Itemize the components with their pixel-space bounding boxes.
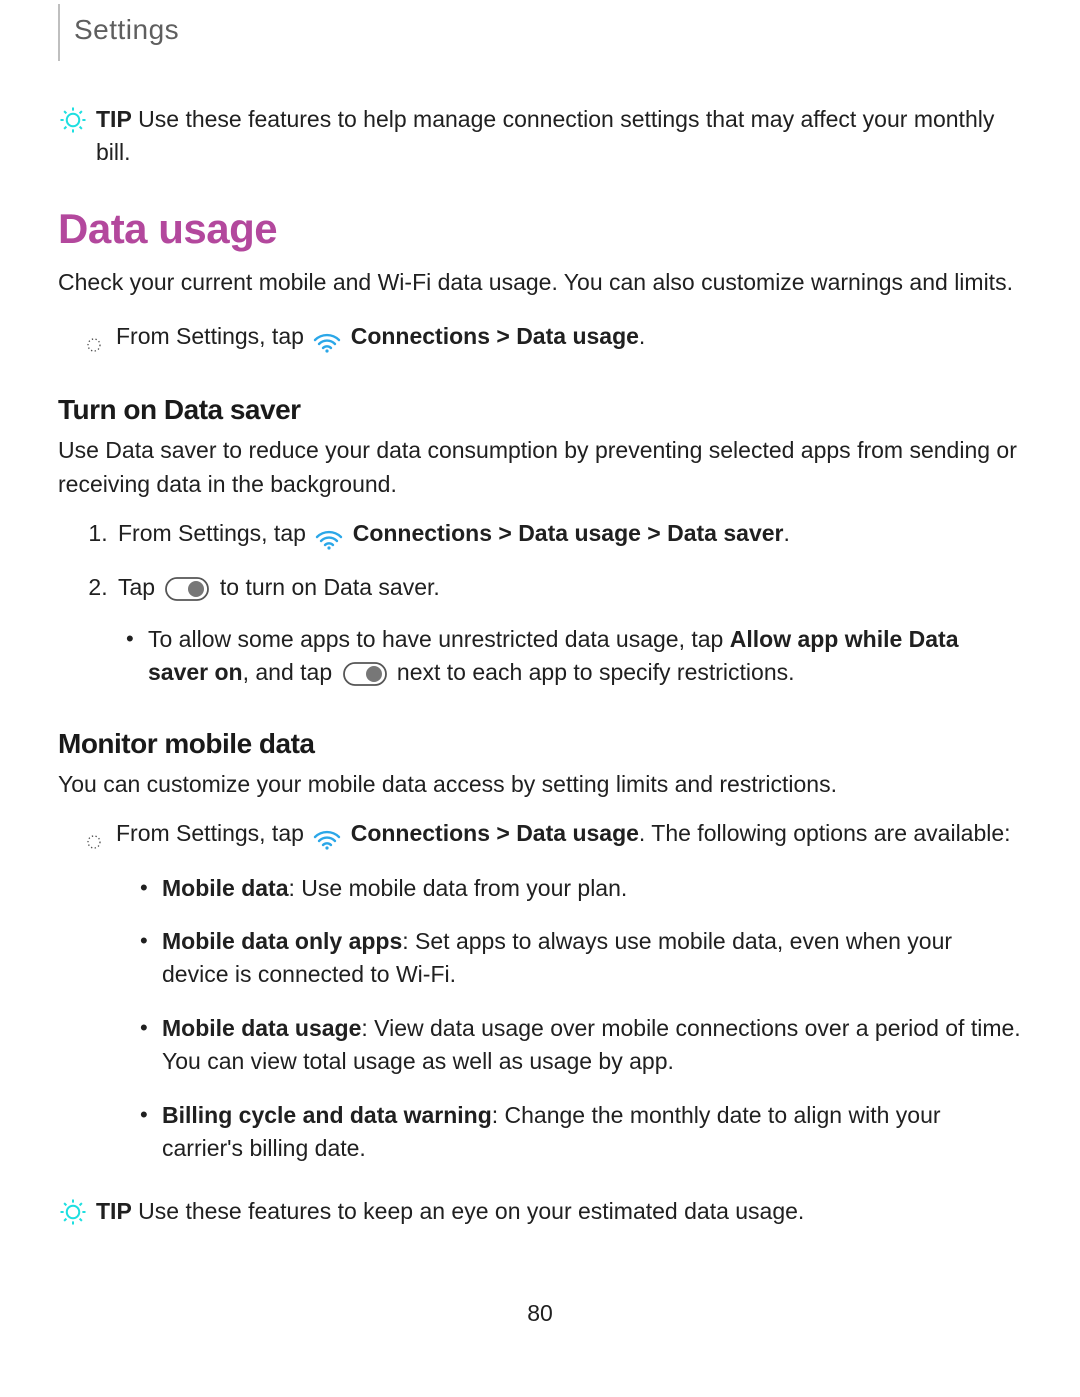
tip-block: TIP Use these features to keep an eye on… (58, 1195, 1022, 1236)
monitor-options: Mobile data: Use mobile data from your p… (140, 872, 1022, 1165)
nav-suffix: . (639, 323, 645, 349)
tip-block: TIP Use these features to help manage co… (58, 103, 1022, 170)
monitor-nav-bold: Connections > Data usage (351, 820, 639, 846)
nav-bold: Connections > Data usage (351, 323, 639, 349)
page-number: 80 (58, 1297, 1022, 1330)
step1-suffix: . (783, 520, 789, 546)
tip-text: TIP Use these features to keep an eye on… (96, 1195, 1022, 1228)
step-item: Tap to turn on Data saver. To allow some… (114, 571, 1022, 695)
step1-bold: Connections > Data usage > Data saver (353, 520, 784, 546)
toggle-icon (343, 662, 387, 695)
step1-prefix: From Settings, tap (118, 520, 312, 546)
lightbulb-icon (58, 105, 88, 144)
nav-step: From Settings, tap Connections > Data us… (86, 320, 1022, 362)
monitor-nav-step: From Settings, tap Connections > Data us… (86, 817, 1022, 1185)
monitor-nav-suffix: . The following options are available: (639, 820, 1011, 846)
step2-suffix: to turn on Data saver. (220, 574, 440, 600)
tip-text: TIP Use these features to help manage co… (96, 103, 1022, 170)
tip-label: TIP (96, 1198, 132, 1224)
nav-step-text: From Settings, tap Connections > Data us… (116, 320, 1022, 360)
option-label: Mobile data (162, 875, 289, 901)
dotted-circle-icon (86, 826, 102, 859)
tip-body: Use these features to keep an eye on you… (132, 1198, 805, 1224)
sub-bullet-item: To allow some apps to have unrestricted … (126, 623, 1022, 696)
sub-a-suffix: next to each app to specify restrictions… (397, 659, 795, 685)
data-saver-subbullets: To allow some apps to have unrestricted … (126, 623, 1022, 696)
monitor-nav-prefix: From Settings, tap (116, 820, 310, 846)
tip-body: Use these features to help manage connec… (96, 106, 994, 165)
breadcrumb: Settings (58, 4, 193, 61)
option-item: Mobile data only apps: Set apps to alway… (140, 925, 1022, 992)
option-label: Mobile data only apps (162, 928, 402, 954)
monitor-nav-text: From Settings, tap Connections > Data us… (116, 817, 1022, 1185)
lightbulb-icon (58, 1197, 88, 1236)
option-label: Mobile data usage (162, 1015, 361, 1041)
section-lead: Check your current mobile and Wi-Fi data… (58, 266, 1022, 299)
wifi-icon (312, 827, 342, 860)
tip-label: TIP (96, 106, 132, 132)
option-item: Mobile data usage: View data usage over … (140, 1012, 1022, 1079)
step2-prefix: Tap (118, 574, 161, 600)
monitor-lead: You can customize your mobile data acces… (58, 768, 1022, 801)
sub-a-prefix: To allow some apps to have unrestricted … (148, 626, 730, 652)
nav-prefix: From Settings, tap (116, 323, 310, 349)
wifi-icon (312, 330, 342, 363)
dotted-circle-icon (86, 329, 102, 362)
option-item: Mobile data: Use mobile data from your p… (140, 872, 1022, 905)
sub-a-mid: , and tap (243, 659, 339, 685)
option-item: Billing cycle and data warning: Change t… (140, 1099, 1022, 1166)
data-saver-lead: Use Data saver to reduce your data consu… (58, 434, 1022, 501)
wifi-icon (314, 527, 344, 560)
toggle-icon (165, 577, 209, 610)
option-text: : Use mobile data from your plan. (289, 875, 628, 901)
breadcrumb-bar: Settings (58, 0, 1022, 61)
subheading-data-saver: Turn on Data saver (58, 390, 1022, 431)
subheading-monitor: Monitor mobile data (58, 724, 1022, 765)
step-item: From Settings, tap Connections > Data us… (114, 517, 1022, 557)
option-label: Billing cycle and data warning (162, 1102, 492, 1128)
section-title: Data usage (58, 199, 1022, 260)
data-saver-steps: From Settings, tap Connections > Data us… (86, 517, 1022, 695)
